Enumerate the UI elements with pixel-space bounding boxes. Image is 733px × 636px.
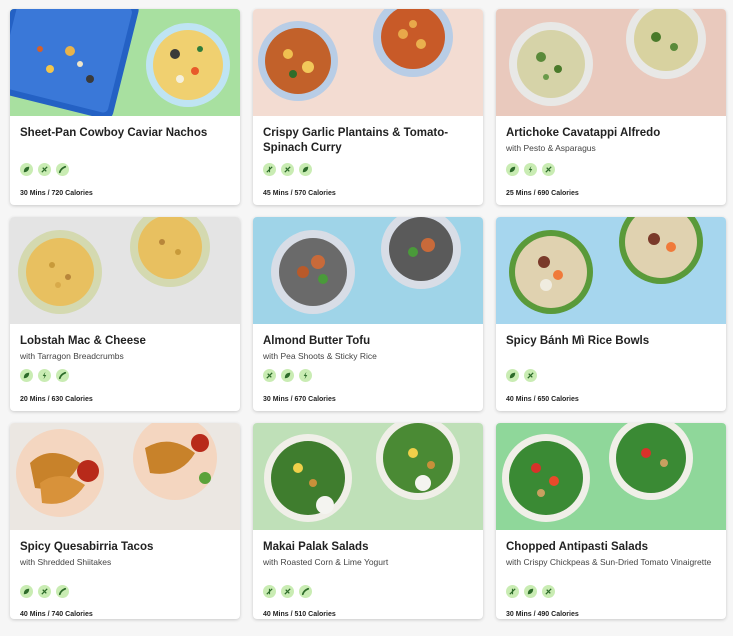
recipe-meta: 45 Mins / 570 Calories xyxy=(263,190,336,197)
leaf-icon xyxy=(299,163,312,176)
recipe-card[interactable]: Artichoke Cavatappi Alfredo with Pesto &… xyxy=(496,9,726,205)
recipe-image xyxy=(253,217,483,324)
diet-icons xyxy=(263,163,312,176)
leaf-icon xyxy=(20,369,33,382)
recipe-subtitle: with Roasted Corn & Lime Yogurt xyxy=(263,557,389,567)
diet-icons xyxy=(20,369,69,382)
recipe-title: Spicy Bánh Mì Rice Bowls xyxy=(506,335,650,347)
no-meat-icon xyxy=(524,369,537,382)
no-meat-icon xyxy=(38,163,51,176)
recipe-title: Sheet-Pan Cowboy Caviar Nachos xyxy=(20,127,208,139)
recipe-image xyxy=(10,423,240,530)
leaf-icon xyxy=(281,369,294,382)
diet-icons xyxy=(20,585,69,598)
diet-icons xyxy=(263,585,312,598)
recipe-title: Makai Palak Salads xyxy=(263,541,369,553)
recipe-grid: Sheet-Pan Cowboy Caviar Nachos 30 Mins /… xyxy=(10,9,726,619)
no-meat-icon xyxy=(542,163,555,176)
no-meat-icon xyxy=(38,585,51,598)
pepper-icon xyxy=(56,163,69,176)
recipe-card[interactable]: Makai Palak Salads with Roasted Corn & L… xyxy=(253,423,483,619)
recipe-image xyxy=(496,423,726,530)
recipe-title: Lobstah Mac & Cheese xyxy=(20,335,146,347)
no-gluten-icon xyxy=(263,585,276,598)
pepper-icon xyxy=(56,585,69,598)
recipe-card[interactable]: Lobstah Mac & Cheese with Tarragon Bread… xyxy=(10,217,240,411)
recipe-title: Chopped Antipasti Salads xyxy=(506,541,649,553)
recipe-meta: 20 Mins / 630 Calories xyxy=(20,396,93,403)
diet-icons xyxy=(506,163,555,176)
diet-icons xyxy=(506,585,555,598)
recipe-meta: 30 Mins / 490 Calories xyxy=(506,611,579,618)
leaf-icon xyxy=(20,163,33,176)
recipe-subtitle: with Shredded Shiitakes xyxy=(20,557,112,567)
recipe-meta: 30 Mins / 670 Calories xyxy=(263,396,336,403)
recipe-meta: 25 Mins / 690 Calories xyxy=(506,190,579,197)
pepper-icon xyxy=(56,369,69,382)
recipe-meta: 40 Mins / 510 Calories xyxy=(263,611,336,618)
no-gluten-icon xyxy=(506,585,519,598)
recipe-title: Spicy Quesabirria Tacos xyxy=(20,541,154,553)
recipe-subtitle: with Pea Shoots & Sticky Rice xyxy=(263,351,377,361)
recipe-subtitle: with Pesto & Asparagus xyxy=(506,143,596,153)
recipe-image xyxy=(253,9,483,116)
leaf-icon xyxy=(524,585,537,598)
diet-icons xyxy=(506,369,537,382)
recipe-title: Artichoke Cavatappi Alfredo xyxy=(506,127,661,139)
no-meat-icon xyxy=(263,369,276,382)
lightning-icon xyxy=(299,369,312,382)
pepper-icon xyxy=(299,585,312,598)
recipe-title: Almond Butter Tofu xyxy=(263,335,371,347)
no-meat-icon xyxy=(281,163,294,176)
recipe-card[interactable]: Crispy Garlic Plantains & Tomato-Spinach… xyxy=(253,9,483,205)
recipe-subtitle: with Tarragon Breadcrumbs xyxy=(20,351,124,361)
no-meat-icon xyxy=(281,585,294,598)
recipe-meta: 40 Mins / 650 Calories xyxy=(506,396,579,403)
diet-icons xyxy=(263,369,312,382)
recipe-image xyxy=(496,217,726,324)
recipe-card[interactable]: Sheet-Pan Cowboy Caviar Nachos 30 Mins /… xyxy=(10,9,240,205)
diet-icons xyxy=(20,163,69,176)
leaf-icon xyxy=(20,585,33,598)
leaf-icon xyxy=(506,163,519,176)
recipe-card[interactable]: Spicy Quesabirria Tacos with Shredded Sh… xyxy=(10,423,240,619)
recipe-image xyxy=(10,217,240,324)
recipe-title: Crispy Garlic Plantains & Tomato-Spinach… xyxy=(263,127,449,154)
lightning-icon xyxy=(524,163,537,176)
recipe-image xyxy=(253,423,483,530)
lightning-icon xyxy=(38,369,51,382)
leaf-icon xyxy=(506,369,519,382)
no-gluten-icon xyxy=(263,163,276,176)
recipe-card[interactable]: Almond Butter Tofu with Pea Shoots & Sti… xyxy=(253,217,483,411)
recipe-card[interactable]: Spicy Bánh Mì Rice Bowls 40 Mins / 650 C… xyxy=(496,217,726,411)
recipe-image xyxy=(496,9,726,116)
recipe-card[interactable]: Chopped Antipasti Salads with Crispy Chi… xyxy=(496,423,726,619)
no-meat-icon xyxy=(542,585,555,598)
recipe-subtitle: with Crispy Chickpeas & Sun-Dried Tomato… xyxy=(506,557,712,567)
recipe-image xyxy=(10,9,240,116)
recipe-meta: 40 Mins / 740 Calories xyxy=(20,611,93,618)
recipe-meta: 30 Mins / 720 Calories xyxy=(20,190,93,197)
